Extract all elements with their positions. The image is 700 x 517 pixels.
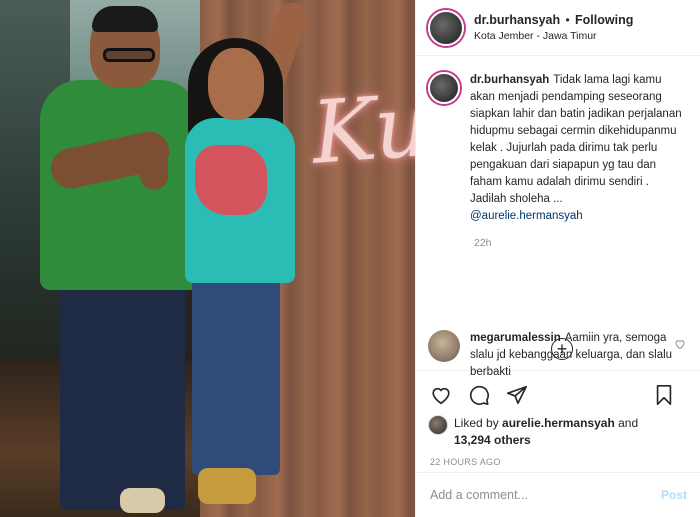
share-icon[interactable]	[504, 382, 530, 408]
caption-text: Tidak lama lagi kamu akan menjadi pendam…	[470, 74, 682, 205]
caption-avatar[interactable]	[428, 72, 460, 104]
location-link[interactable]: Kota Jember - Jawa Timur	[474, 30, 633, 42]
author-avatar[interactable]	[428, 9, 464, 46]
man-hair	[92, 6, 158, 32]
commenter-username[interactable]: megarumalessin	[470, 332, 561, 344]
man-glasses	[103, 48, 155, 62]
separator-dot: •	[565, 13, 570, 27]
author-username[interactable]: dr.burhansyah	[474, 13, 560, 27]
action-bar	[416, 375, 700, 415]
following-button[interactable]: Following	[575, 13, 633, 27]
likes-and: and	[618, 416, 639, 430]
commenter-avatar[interactable]	[428, 330, 460, 362]
likes-summary: Liked by aurelie.hermansyah and 13,294 o…	[416, 415, 700, 449]
likes-prefix: Liked by	[454, 416, 499, 430]
caption: dr.burhansyah Tidak lama lagi kamu akan m…	[428, 72, 688, 225]
liker-username[interactable]: aurelie.hermansyah	[502, 416, 615, 430]
comments-section[interactable]: dr.burhansyah Tidak lama lagi kamu akan m…	[416, 56, 700, 371]
add-comment-input[interactable]	[430, 488, 661, 502]
comment-like-icon[interactable]	[674, 338, 686, 353]
caption-time: 22h	[474, 237, 492, 249]
bookmark-icon[interactable]	[651, 382, 677, 408]
post-sidebar: dr.burhansyah • Following Kota Jember - …	[415, 0, 700, 517]
neon-sign: Kue	[308, 72, 415, 184]
thumbs-up	[140, 150, 168, 190]
caption-mention[interactable]: @aurelie.hermansyah	[470, 208, 688, 225]
post-timestamp: 22 HOURS AGO	[430, 457, 501, 467]
woman-face	[208, 48, 264, 120]
comment-item: megarumalessin Aamiin yra, semoga slalu j…	[428, 330, 675, 381]
woman-shoes	[198, 468, 256, 504]
caption-username[interactable]: dr.burhansyah	[470, 74, 549, 86]
man-trousers	[60, 280, 185, 510]
post-button[interactable]: Post	[661, 488, 687, 502]
man-shoes	[120, 488, 165, 513]
shirt-print	[195, 145, 267, 215]
comment-icon[interactable]	[466, 382, 492, 408]
add-comment-bar: Post	[416, 472, 700, 517]
woman-jeans	[192, 275, 280, 475]
post-photo[interactable]: Kue	[0, 0, 415, 517]
heart-icon[interactable]	[428, 382, 454, 408]
likes-count[interactable]: 13,294 others	[454, 433, 531, 447]
liker-avatar[interactable]	[428, 415, 448, 435]
post-header: dr.burhansyah • Following Kota Jember - …	[416, 0, 700, 56]
